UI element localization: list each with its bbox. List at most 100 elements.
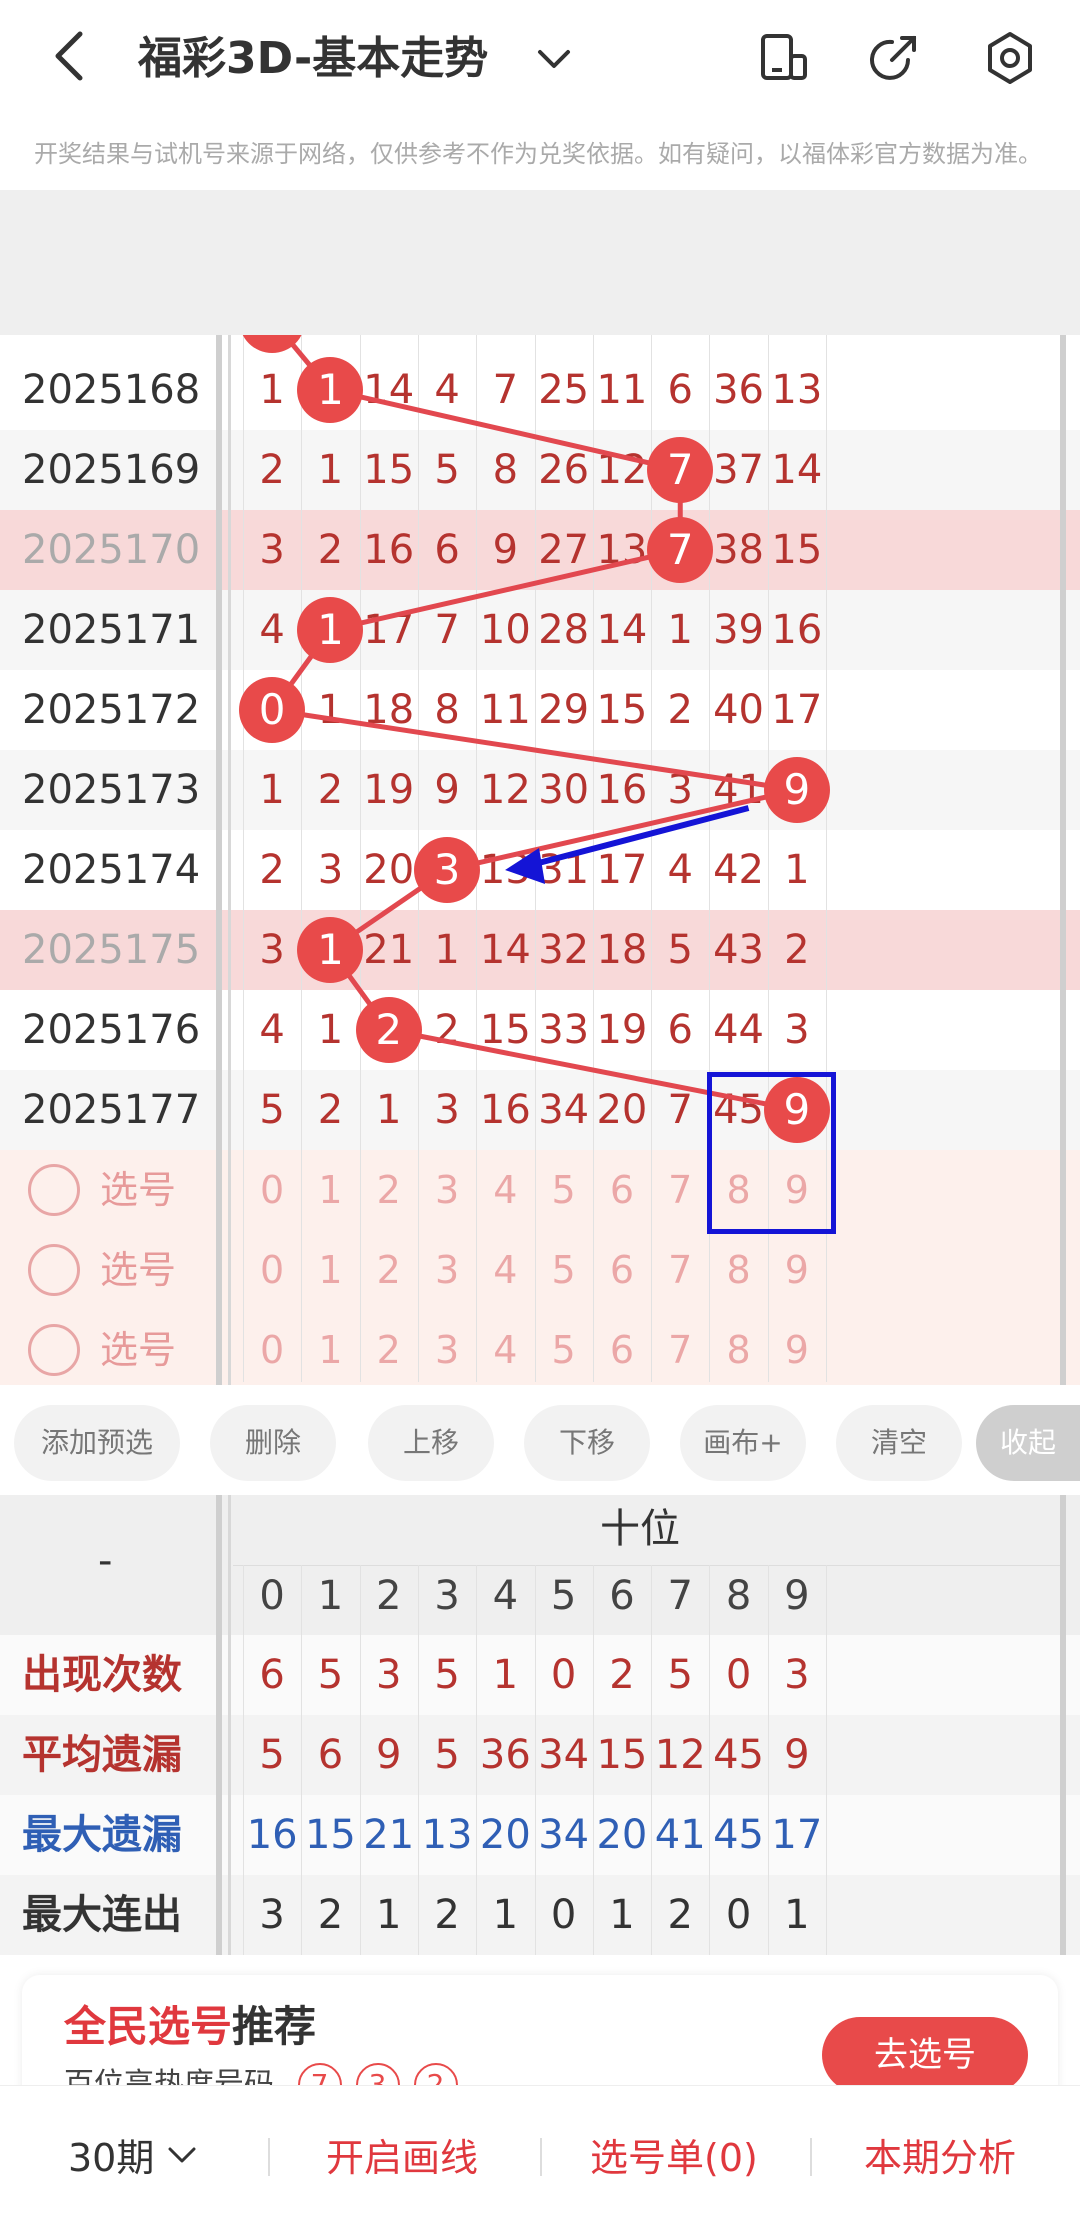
stats-row: 出现次数 6 5 3 5 1 0 2 5 0 3 xyxy=(0,1635,1080,1715)
stats-cell: 15 xyxy=(304,1812,356,1858)
stats-cell: 2 xyxy=(317,1892,344,1938)
stats-row-label: 平均遗漏 xyxy=(22,1732,182,1778)
draw-line-button[interactable]: 开启画线 xyxy=(326,2128,478,2188)
stats-cell: 3 xyxy=(376,1652,402,1698)
stats-cell: 17 xyxy=(771,1812,823,1858)
stats-row-label: 最大遗漏 xyxy=(22,1812,182,1858)
stats-cell: 5 xyxy=(259,1732,285,1778)
stats-cell: 9 xyxy=(784,1732,810,1778)
column-line xyxy=(417,1565,419,1955)
phone-layout-icon[interactable] xyxy=(755,30,811,86)
hit-ball: 7 xyxy=(647,517,714,583)
stats-digit-header: 0 xyxy=(259,1573,285,1619)
stats-digit-header: 8 xyxy=(725,1573,752,1619)
stats-digit-header: 2 xyxy=(376,1573,402,1619)
stats-digit-header: 1 xyxy=(317,1573,344,1619)
period-analysis-button[interactable]: 本期分析 xyxy=(864,2128,1016,2188)
stats-cell: 34 xyxy=(538,1812,590,1858)
stats-digit-header: 9 xyxy=(784,1573,810,1619)
bottom-action-bar: 30期 开启画线 选号单(0) 本期分析 xyxy=(0,2085,1080,2228)
stats-cell: 0 xyxy=(725,1652,752,1698)
trend-line xyxy=(271,707,798,793)
stats-row: 最大遗漏 16 15 21 13 20 34 20 41 45 17 xyxy=(0,1795,1080,1875)
stats-cell: 41 xyxy=(654,1812,706,1858)
stats-digit-header: 7 xyxy=(667,1573,693,1619)
stats-digit-header: 5 xyxy=(550,1573,577,1619)
stats-cell: 3 xyxy=(784,1652,810,1698)
stats-cell: 34 xyxy=(538,1732,590,1778)
stats-cell: 1 xyxy=(492,1652,519,1698)
hit-ball: 0 xyxy=(239,677,306,743)
column-line xyxy=(476,1565,478,1955)
header-mask xyxy=(0,190,1080,335)
hit-ball: 9 xyxy=(763,757,830,823)
stats-cell: 45 xyxy=(713,1732,764,1778)
stats-cell: 1 xyxy=(609,1892,635,1938)
period-count-label: 30期 xyxy=(68,2136,155,2180)
back-arrow-icon[interactable] xyxy=(48,28,108,88)
hit-ball: 1 xyxy=(297,357,364,423)
stats-cell: 21 xyxy=(363,1812,415,1858)
trend-line-layer xyxy=(0,190,1080,1113)
recommend-title-black: 推荐 xyxy=(232,2002,317,2051)
hit-ball: 7 xyxy=(647,437,714,503)
disclaimer-text: 开奖结果与试机号来源于网络，仅供参考不作为兑奖依据。如有疑问，以福体彩官方数据为… xyxy=(34,140,1042,168)
trend-grid: 期次十位012345678920251681144725116361320251… xyxy=(0,190,1080,1385)
settings-icon[interactable] xyxy=(982,30,1038,86)
chevron-down-icon[interactable] xyxy=(536,30,572,109)
stats-cell: 6 xyxy=(259,1652,285,1698)
stats-cell: 16 xyxy=(246,1812,298,1858)
stats-table: - 十位 0 1 2 3 4 5 6 7 8 9 出现次数 6 5 3 5 1 0 2 5 0 3 平均遗漏 5 6 9 5 36 34 1… xyxy=(0,1495,1080,1955)
hit-ball: 3 xyxy=(414,837,481,903)
go-select-button[interactable]: 去选号 xyxy=(822,2017,1028,2093)
hit-ball: 1 xyxy=(297,917,364,983)
column-line xyxy=(709,1565,711,1955)
stats-row: 最大连出 3 2 1 2 1 0 1 2 0 1 xyxy=(0,1875,1080,1955)
stats-cell: 20 xyxy=(596,1812,648,1858)
stats-cell: 15 xyxy=(596,1732,648,1778)
divider xyxy=(810,2138,812,2176)
stats-cell: 45 xyxy=(713,1812,764,1858)
tool-button[interactable]: 删除 xyxy=(210,1405,336,1481)
top-nav-bar: 福彩3D-基本走势 xyxy=(0,0,1080,115)
stats-cell: 1 xyxy=(492,1892,519,1938)
tool-button[interactable]: 画布+ xyxy=(680,1405,806,1481)
selection-list-button[interactable]: 选号单(0) xyxy=(590,2128,758,2188)
stats-row: 平均遗漏 5 6 9 5 36 34 15 12 45 9 xyxy=(0,1715,1080,1795)
hit-ball: 2 xyxy=(355,997,422,1063)
stats-corner: - xyxy=(98,1538,113,1584)
tool-button[interactable]: 下移 xyxy=(524,1405,650,1481)
share-icon[interactable] xyxy=(866,30,922,86)
column-line xyxy=(592,1565,594,1955)
stats-row-label: 最大连出 xyxy=(22,1892,182,1938)
divider xyxy=(540,2138,542,2176)
tool-button[interactable]: 清空 xyxy=(836,1405,962,1481)
page-title[interactable]: 福彩3D-基本走势 xyxy=(138,24,488,94)
annotation-box xyxy=(707,1072,836,1234)
column-line xyxy=(767,1565,769,1955)
column-divider xyxy=(228,1495,231,1955)
stats-cell: 2 xyxy=(434,1892,460,1938)
stats-cell: 5 xyxy=(434,1652,460,1698)
column-line xyxy=(301,1565,303,1955)
column-line xyxy=(243,1565,244,1955)
tool-button[interactable]: 上移 xyxy=(368,1405,494,1481)
tool-button-bar: 添加预选 删除 上移 下移 画布+ 清空 收起 xyxy=(0,1385,1080,1495)
trend-line xyxy=(329,387,681,473)
tool-button[interactable]: 添加预选 xyxy=(14,1405,180,1481)
stats-cell: 20 xyxy=(479,1812,531,1858)
stats-cell: 1 xyxy=(376,1892,402,1938)
column-line xyxy=(534,1565,536,1955)
period-count-selector[interactable]: 30期 xyxy=(68,2128,198,2188)
stats-cell: 5 xyxy=(434,1732,460,1778)
hit-ball: 1 xyxy=(297,597,364,663)
stats-cell: 0 xyxy=(725,1892,752,1938)
stats-cell: 2 xyxy=(609,1652,635,1698)
trend-line xyxy=(329,547,681,633)
stats-digit-header: 6 xyxy=(609,1573,635,1619)
stats-cell: 0 xyxy=(550,1892,577,1938)
stats-digit-header: 3 xyxy=(434,1573,460,1619)
chevron-down-icon xyxy=(168,2147,196,2163)
tool-button[interactable]: 收起 xyxy=(976,1405,1080,1481)
annotation-arrow xyxy=(526,805,750,869)
